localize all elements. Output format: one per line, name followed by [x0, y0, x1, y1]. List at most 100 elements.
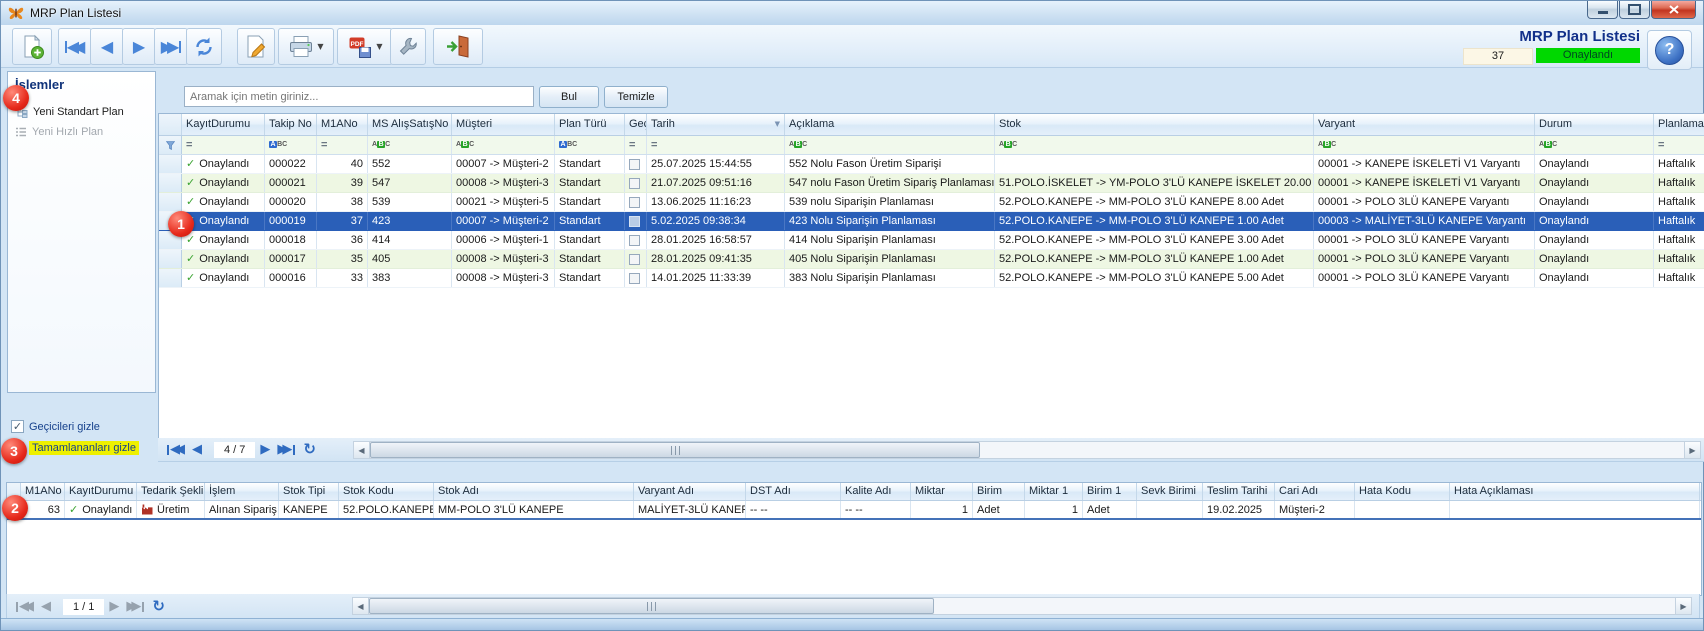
- column-header[interactable]: M1ANo: [317, 114, 368, 135]
- temporary-checkbox[interactable]: [629, 159, 640, 170]
- table-row[interactable]: ✓Onaylandı0000203853900021 -> Müşteri-5S…: [159, 193, 1704, 212]
- pager-last-button[interactable]: ▶▶: [277, 443, 296, 456]
- column-header[interactable]: Müşteri: [452, 114, 555, 135]
- pager-last-button[interactable]: ▶▶: [126, 600, 145, 613]
- filter-cell[interactable]: ABC: [995, 136, 1314, 154]
- filter-cell[interactable]: =: [625, 136, 647, 154]
- column-header[interactable]: Takip No: [265, 114, 317, 135]
- filter-cell[interactable]: ABC: [555, 136, 625, 154]
- pager-next-button[interactable]: ▶: [260, 443, 270, 456]
- scroll-right-arrow[interactable]: ▶: [1684, 442, 1700, 458]
- exit-button[interactable]: [433, 28, 483, 65]
- column-header[interactable]: Stok Adı: [434, 483, 634, 500]
- export-pdf-button[interactable]: PDF ▼: [337, 28, 393, 65]
- filter-cell[interactable]: ABC: [265, 136, 317, 154]
- temporary-checkbox[interactable]: [629, 235, 640, 246]
- table-row[interactable]: 63✓OnaylandıÜretimAlınan SiparişKANEPE52…: [7, 501, 1701, 520]
- column-header[interactable]: Sevk Birimi: [1137, 483, 1203, 500]
- column-header[interactable]: Teslim Tarihi: [1203, 483, 1275, 500]
- column-header[interactable]: Miktar 1: [1025, 483, 1083, 500]
- scroll-right-arrow[interactable]: ▶: [1675, 598, 1691, 614]
- column-header[interactable]: Tarih▼: [647, 114, 785, 135]
- column-header[interactable]: DST Adı: [746, 483, 841, 500]
- table-row[interactable]: ✓Onaylandı0000213954700008 -> Müşteri-3S…: [159, 174, 1704, 193]
- previous-record-button[interactable]: ◀: [90, 28, 124, 65]
- temporary-checkbox[interactable]: [629, 178, 640, 189]
- filter-cell[interactable]: =: [182, 136, 265, 154]
- filter-cell[interactable]: ABC: [1535, 136, 1654, 154]
- column-header[interactable]: İşlem: [205, 483, 279, 500]
- column-header[interactable]: Geçi: [625, 114, 647, 135]
- pager-previous-button[interactable]: ◀: [192, 443, 202, 456]
- column-header[interactable]: Açıklama: [785, 114, 995, 135]
- temporary-checkbox[interactable]: [629, 254, 640, 265]
- temporary-checkbox[interactable]: [629, 273, 640, 284]
- scrollbar-thumb[interactable]: [369, 598, 934, 614]
- horizontal-scrollbar[interactable]: ◀ ▶: [352, 597, 1692, 615]
- print-button[interactable]: ▼: [278, 28, 334, 65]
- filter-cell[interactable]: ABC: [785, 136, 995, 154]
- minimize-button[interactable]: [1587, 1, 1618, 19]
- column-header[interactable]: Miktar: [911, 483, 973, 500]
- column-header[interactable]: Stok Tipi: [279, 483, 339, 500]
- column-header[interactable]: Cari Adı: [1275, 483, 1355, 500]
- column-header[interactable]: Kalite Adı: [841, 483, 911, 500]
- new-record-button[interactable]: [12, 28, 52, 65]
- column-header[interactable]: Birim 1: [1083, 483, 1137, 500]
- clear-button[interactable]: Temizle: [604, 86, 668, 108]
- column-header[interactable]: Birim: [973, 483, 1025, 500]
- hide-completed-checkbox-row[interactable]: Tamamlananları gizle: [11, 441, 139, 455]
- column-header[interactable]: Durum: [1535, 114, 1654, 135]
- table-row[interactable]: ✓Onaylandı0000163338300008 -> Müşteri-3S…: [159, 269, 1704, 288]
- close-button[interactable]: [1651, 1, 1696, 19]
- column-header[interactable]: Tedarik Şekli: [137, 483, 205, 500]
- pager-first-button[interactable]: ◀◀: [166, 443, 185, 456]
- column-header[interactable]: KayıtDurumu: [182, 114, 265, 135]
- scrollbar-thumb[interactable]: [370, 442, 980, 458]
- search-input[interactable]: [184, 86, 534, 107]
- filter-cell[interactable]: ABC: [368, 136, 452, 154]
- help-button[interactable]: ?: [1647, 30, 1692, 70]
- filter-cell[interactable]: =: [647, 136, 785, 154]
- export-dropdown-caret[interactable]: ▼: [376, 42, 382, 51]
- scroll-left-arrow[interactable]: ◀: [354, 442, 370, 458]
- column-header[interactable]: KayıtDurumu: [65, 483, 137, 500]
- print-preview-button[interactable]: [390, 28, 426, 65]
- last-record-button[interactable]: ▶▶: [154, 28, 188, 65]
- filter-cell[interactable]: ABC: [452, 136, 555, 154]
- table-row[interactable]: ✓Onaylandı0000193742300007 -> Müşteri-2S…: [159, 212, 1704, 231]
- column-header[interactable]: Stok: [995, 114, 1314, 135]
- table-row[interactable]: ✓Onaylandı0000173540500008 -> Müşteri-3S…: [159, 250, 1704, 269]
- first-record-button[interactable]: ◀◀: [58, 28, 92, 65]
- pager-previous-button[interactable]: ◀: [41, 600, 51, 613]
- pager-refresh-button[interactable]: ↻: [303, 442, 316, 457]
- pager-refresh-button[interactable]: ↻: [152, 599, 165, 614]
- find-button[interactable]: Bul: [539, 86, 599, 108]
- table-row[interactable]: ✓Onaylandı0000224055200007 -> Müşteri-2S…: [159, 155, 1704, 174]
- filter-cell[interactable]: ABC: [1314, 136, 1535, 154]
- pager-next-button[interactable]: ▶: [109, 600, 119, 613]
- refresh-button[interactable]: [186, 28, 222, 65]
- next-record-button[interactable]: ▶: [122, 28, 156, 65]
- maximize-button[interactable]: [1619, 1, 1650, 19]
- column-header[interactable]: Planlama: [1654, 114, 1704, 135]
- filter-cell[interactable]: =: [1654, 136, 1704, 154]
- scroll-left-arrow[interactable]: ◀: [353, 598, 369, 614]
- edit-button[interactable]: [237, 28, 275, 65]
- sidebar-item-new-standard-plan[interactable]: Yeni Standart Plan: [8, 102, 155, 122]
- checkbox-checked-icon[interactable]: ✓: [11, 420, 24, 433]
- column-header[interactable]: Hata Açıklaması: [1450, 483, 1700, 500]
- column-header[interactable]: Stok Kodu: [339, 483, 434, 500]
- sidebar-item-new-quick-plan[interactable]: Yeni Hızlı Plan: [8, 122, 155, 142]
- column-header[interactable]: Varyant: [1314, 114, 1535, 135]
- temporary-checkbox[interactable]: [629, 197, 640, 208]
- horizontal-scrollbar[interactable]: ◀ ▶: [353, 441, 1701, 459]
- print-dropdown-caret[interactable]: ▼: [317, 42, 323, 51]
- temporary-checkbox[interactable]: [629, 216, 640, 227]
- filter-cell[interactable]: =: [317, 136, 368, 154]
- table-row[interactable]: ✓Onaylandı0000183641400006 -> Müşteri-1S…: [159, 231, 1704, 250]
- column-header[interactable]: Plan Türü: [555, 114, 625, 135]
- hide-temporary-checkbox-row[interactable]: ✓ Geçicileri gizle: [11, 420, 100, 433]
- column-header[interactable]: Varyant Adı: [634, 483, 746, 500]
- column-header[interactable]: M1ANo: [21, 483, 65, 500]
